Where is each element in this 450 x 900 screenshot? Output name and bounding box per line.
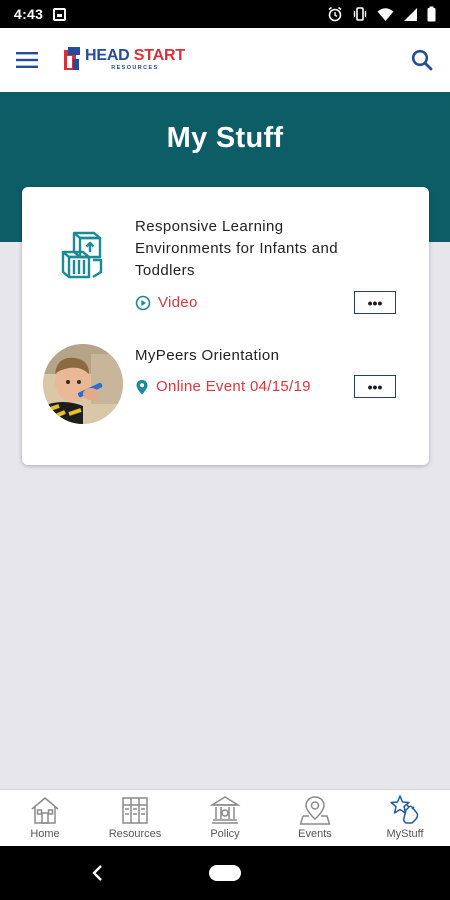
logo-title-head: HEAD bbox=[85, 47, 130, 65]
nav-item-home[interactable]: Home bbox=[0, 790, 90, 846]
alarm-icon bbox=[328, 6, 342, 22]
hamburger-menu-icon bbox=[16, 52, 38, 68]
search-icon bbox=[411, 49, 433, 71]
logo-blocks-icon bbox=[64, 47, 80, 70]
nav-label: Resources bbox=[108, 828, 162, 840]
battery-icon bbox=[427, 6, 436, 22]
status-time: 4:43 bbox=[14, 6, 44, 22]
page-title: My Stuff bbox=[166, 122, 284, 154]
policy-building-icon bbox=[209, 796, 241, 824]
logo-subtitle: RESOURCES bbox=[111, 65, 159, 72]
nav-label: Home bbox=[30, 828, 60, 840]
item-meta: Online Event 04/15/19 bbox=[135, 378, 311, 395]
item-event-label: Online Event 04/15/19 bbox=[156, 378, 311, 395]
nav-item-mystuff[interactable]: MyStuff bbox=[360, 790, 450, 846]
app-bar: HEAD START RESOURCES bbox=[0, 28, 450, 92]
menu-button[interactable] bbox=[0, 28, 54, 92]
resources-icon bbox=[122, 797, 148, 824]
logo-title-start: START bbox=[129, 47, 185, 65]
item-type-label: Video bbox=[158, 294, 198, 311]
nav-label: MyStuff bbox=[386, 828, 424, 840]
bottom-nav: Home Resources Policy Events MyStuff bbox=[0, 789, 450, 846]
item-title[interactable]: MyPeers Orientation bbox=[135, 345, 375, 367]
system-navigation-bar bbox=[0, 846, 450, 900]
play-circle-icon bbox=[135, 295, 151, 310]
logo-title: HEAD START bbox=[85, 48, 185, 64]
item-meta: Video bbox=[135, 294, 198, 311]
back-icon[interactable] bbox=[88, 862, 108, 884]
blocks-icon bbox=[61, 231, 103, 279]
events-map-pin-icon bbox=[299, 796, 331, 825]
home-pill-button[interactable] bbox=[209, 865, 241, 881]
image-notification-icon bbox=[53, 7, 67, 21]
item-title[interactable]: Responsive Learning Environments for Inf… bbox=[135, 216, 375, 282]
child-photo bbox=[43, 344, 123, 424]
wifi-icon bbox=[377, 7, 394, 21]
mystuff-star-hand-icon bbox=[390, 795, 419, 824]
status-bar: 4:43 bbox=[0, 0, 450, 28]
location-pin-icon bbox=[136, 379, 148, 394]
status-icons bbox=[327, 6, 436, 22]
nav-label: Policy bbox=[210, 828, 240, 840]
home-icon bbox=[31, 797, 59, 824]
vibrate-icon bbox=[353, 7, 367, 21]
nav-item-events[interactable]: Events bbox=[270, 790, 360, 846]
my-stuff-card: Responsive Learning Environments for Inf… bbox=[22, 187, 429, 465]
more-options-button[interactable]: ••• bbox=[354, 291, 396, 314]
nav-item-policy[interactable]: Policy bbox=[180, 790, 270, 846]
more-options-button[interactable]: ••• bbox=[354, 375, 396, 398]
nav-label: Events bbox=[298, 828, 332, 840]
search-button[interactable] bbox=[394, 28, 450, 92]
head-start-logo[interactable]: HEAD START RESOURCES bbox=[62, 40, 185, 80]
signal-icon bbox=[404, 7, 417, 21]
nav-item-resources[interactable]: Resources bbox=[90, 790, 180, 846]
